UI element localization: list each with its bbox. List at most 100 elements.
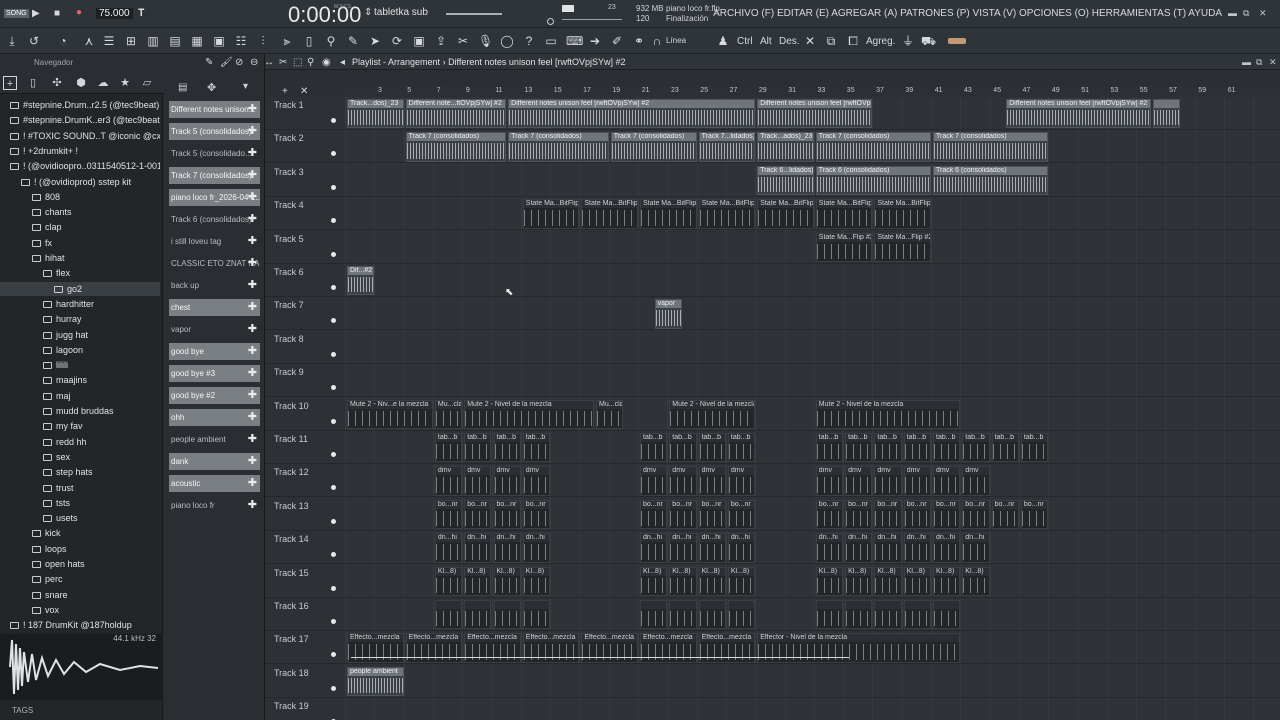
pattern-clip[interactable]: tab...b [640, 433, 668, 463]
picker-item[interactable]: good bye #2 ✚ [169, 387, 260, 404]
picker-menu-icon[interactable]: ▾ [243, 81, 248, 92]
picker-item[interactable]: good bye #3 ✚ [169, 365, 260, 382]
browser-item[interactable]: my fav [0, 419, 160, 433]
browser-item[interactable]: tsts [0, 496, 160, 510]
link-icon[interactable]: ⚭ [632, 34, 646, 48]
audio-clip[interactable]: Track 7 (consolidados) [815, 132, 931, 162]
add-to-playlist-icon[interactable]: ✚ [248, 453, 257, 470]
add-to-playlist-icon[interactable]: ✚ [248, 387, 257, 404]
tuner-icon[interactable]: ⫸ [280, 34, 294, 48]
pattern-clip[interactable]: bo...nr [434, 499, 463, 530]
pattern-clip[interactable]: dmv [903, 466, 931, 496]
track-header[interactable]: Track 5 [265, 231, 345, 264]
knob-icon[interactable]: ◔ [56, 34, 70, 48]
pattern-clip[interactable]: Kl...8) [640, 566, 668, 596]
pattern-clip[interactable]: Kl...8) [434, 566, 463, 596]
track-header[interactable]: Track 1 [265, 97, 345, 130]
browser-item[interactable]: snare [0, 588, 160, 602]
browser-item[interactable]: trust [0, 481, 160, 495]
browser-item[interactable]: #stepnine.DrumK..er3 (@tec9beat) [0, 113, 160, 127]
pattern-clip[interactable]: dn...hi [903, 533, 931, 563]
playlist-close-icon[interactable]: ✕ [1269, 57, 1277, 68]
pattern-clip[interactable]: bo...nr [493, 499, 521, 530]
minimize-icon[interactable]: ▬ [1228, 8, 1237, 18]
audio-clip[interactable]: people ambient [347, 666, 404, 697]
save-icon[interactable]: ▣ [412, 34, 426, 48]
pattern-clip[interactable]: tab...b [815, 433, 844, 463]
pattern-clip[interactable]: dn...hi [933, 533, 961, 563]
playlist-lanes[interactable]: Track...dos)_23 Different note...ftOVpjSY… [345, 97, 1280, 720]
piano-roll-icon[interactable]: ▥ [146, 34, 160, 48]
pattern-clip[interactable] [727, 600, 756, 630]
add-to-playlist-icon[interactable]: ✚ [248, 475, 257, 492]
add-to-playlist-icon[interactable]: ✚ [248, 211, 257, 228]
pattern-clip[interactable]: Mute 2 - Nivel de la mezcla [815, 399, 961, 429]
pattern-clip[interactable] [874, 600, 902, 630]
browser-item[interactable]: ! 187 DrumKit @187holdup [0, 618, 160, 632]
browser-item[interactable]: lagoon [0, 343, 160, 357]
sliders-icon[interactable]: ⫶ [256, 34, 270, 48]
pattern-clip[interactable]: Mu...cla [434, 399, 463, 429]
pattern-selector[interactable]: tabletka sub [374, 7, 428, 18]
pattern-clip[interactable]: Kl...8) [522, 566, 551, 596]
pattern-clip[interactable]: bo...nr [815, 499, 844, 530]
audio-clip[interactable]: Different note...ftOVpjSYw] #2 [405, 99, 507, 129]
track-lane[interactable] [345, 364, 1280, 398]
track-header[interactable]: Track 15 [265, 565, 345, 598]
add-to-playlist-icon[interactable]: ✚ [248, 101, 257, 118]
track-mute-button[interactable] [331, 585, 336, 591]
pattern-clip[interactable]: tab...b [464, 433, 492, 463]
track-header[interactable]: Track 14 [265, 531, 345, 565]
add-to-playlist-icon[interactable]: ✚ [248, 255, 257, 272]
track-header[interactable]: Track 17 [265, 631, 345, 665]
picker-item[interactable]: piano loco fr ✚ [169, 497, 260, 514]
browser-item[interactable]: kick [0, 526, 160, 540]
pattern-clip[interactable] [493, 600, 521, 630]
pattern-clip[interactable]: State Ma...BitFlip [757, 199, 814, 229]
pattern-clip[interactable]: tab...b [698, 433, 726, 463]
add-track-icon[interactable]: + [282, 86, 288, 97]
document-icon[interactable]: ▯ [26, 76, 40, 90]
track-header[interactable]: Track 2 [265, 130, 345, 164]
audio-clip[interactable]: vapor [654, 299, 682, 329]
browser-item[interactable]: flex [0, 266, 160, 280]
pattern-clip[interactable]: bo...nr [874, 499, 902, 530]
track-lane[interactable] [345, 264, 1280, 297]
pattern-clip[interactable]: dn...hi [962, 533, 990, 563]
picker-item[interactable]: Track 5 (consolidado... ✚ [169, 145, 260, 162]
browser-item[interactable]: maajins [0, 373, 160, 387]
window-icon[interactable]: ▭ [544, 34, 558, 48]
picker-item[interactable]: Different notes unison... ✚ [169, 101, 260, 118]
pattern-clip[interactable]: State Ma...BitFlip [698, 199, 756, 229]
pencil-icon[interactable]: ✎ [346, 34, 360, 48]
track-mute-button[interactable] [331, 552, 336, 558]
track-mute-button[interactable] [331, 118, 336, 123]
add-to-playlist-icon[interactable]: ✚ [248, 123, 257, 140]
maximize-icon[interactable]: ⧉ [1243, 8, 1249, 19]
picker-item[interactable]: i still loveu tag ✚ [169, 233, 260, 250]
snap-mode-select[interactable]: Línea [666, 36, 686, 45]
pattern-clip[interactable]: dmv [493, 466, 521, 496]
audio-clip[interactable]: Track 7 (consolidados) [933, 132, 1049, 162]
browser-item[interactable]: loops [0, 542, 160, 556]
browser-item[interactable]: mudd bruddas [0, 404, 160, 418]
undo-modifier[interactable]: Des. [779, 36, 800, 47]
song-mode-toggle[interactable]: SONG [4, 9, 29, 18]
pattern-clip[interactable]: Kl...8) [727, 566, 756, 596]
pin-icon[interactable]: ⚲ [324, 34, 338, 48]
refresh-icon[interactable]: ⟳ [390, 34, 404, 48]
browser-item[interactable]: clap [0, 220, 160, 234]
pattern-clip[interactable]: dmv [874, 466, 902, 496]
browser-item[interactable]: redd hh [0, 435, 160, 449]
add-to-playlist-icon[interactable]: ✚ [248, 277, 257, 294]
pattern-clip[interactable]: Kl...8) [464, 566, 492, 596]
pattern-clip[interactable]: Mu...cla [596, 399, 624, 429]
ctrl-modifier[interactable]: Ctrl [737, 36, 753, 47]
pattern-clip[interactable]: State Ma...BitFlip [815, 199, 873, 229]
audio-clip[interactable]: Track 6 (consolidados) [815, 165, 931, 196]
browser-item[interactable]: go2 [0, 281, 160, 296]
pattern-clip[interactable]: dmv [522, 466, 551, 496]
track-mute-button[interactable] [331, 218, 336, 224]
list-icon[interactable]: ☷ [234, 34, 248, 48]
track-lane[interactable] [345, 331, 1280, 364]
